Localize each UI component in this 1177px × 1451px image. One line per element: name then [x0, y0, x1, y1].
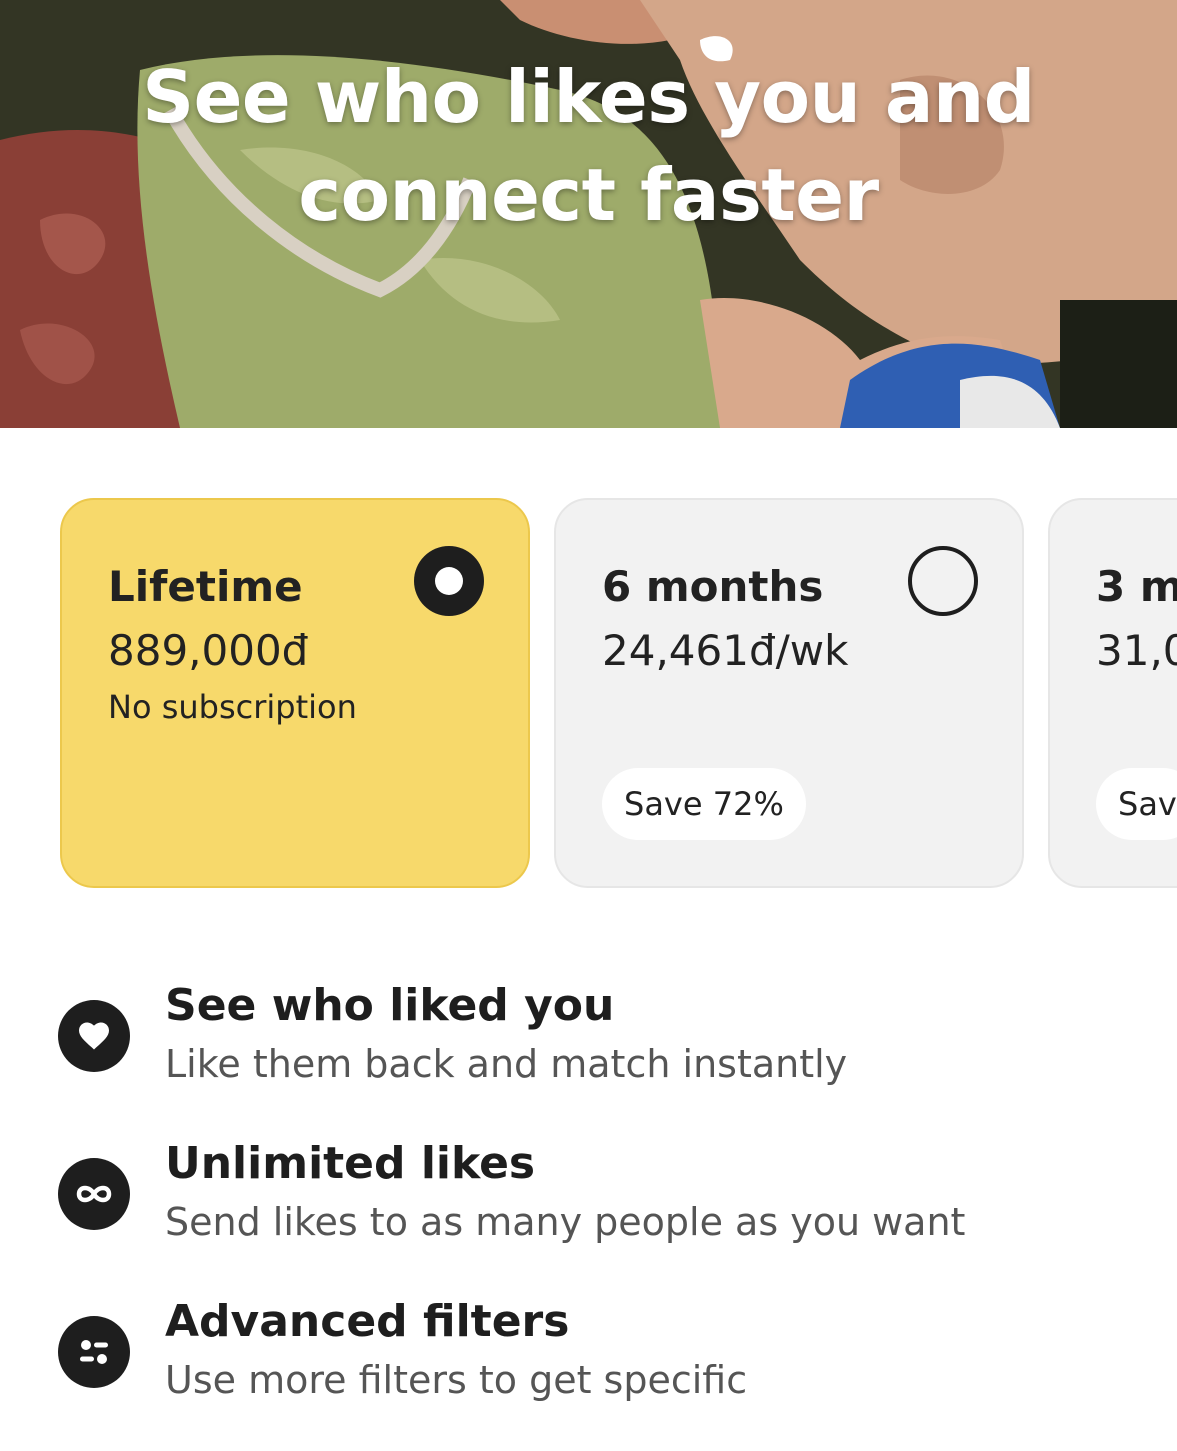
feature-item: Unlimited likes Send likes to as many pe… — [0, 1138, 1177, 1278]
feature-subtitle: Send likes to as many people as you want — [165, 1200, 966, 1244]
plan-carousel[interactable]: Lifetime 889,000đ No subscription 6 mont… — [0, 498, 1177, 890]
feature-title: Unlimited likes — [165, 1138, 536, 1189]
plan-title: 3 m — [1096, 562, 1177, 611]
savings-badge: Save 72% — [602, 768, 806, 840]
hero-banner: See who likes you and connect faster — [0, 0, 1177, 428]
feature-item: Advanced filters Use more filters to get… — [0, 1296, 1177, 1436]
hero-title: See who likes you and connect faster — [0, 48, 1177, 244]
radio-selected-icon[interactable] — [414, 546, 484, 616]
hero-title-line-1: See who likes you and — [142, 55, 1035, 139]
plan-title: Lifetime — [108, 562, 303, 611]
feature-item: See who liked you Like them back and mat… — [0, 980, 1177, 1120]
feature-subtitle: Like them back and match instantly — [165, 1042, 848, 1086]
filters-icon — [58, 1316, 130, 1388]
plan-note: No subscription — [108, 688, 357, 726]
plan-price: 31,0 — [1096, 626, 1177, 675]
plan-card-lifetime[interactable]: Lifetime 889,000đ No subscription — [60, 498, 530, 888]
feature-title: See who liked you — [165, 980, 615, 1031]
plan-title: 6 months — [602, 562, 824, 611]
plan-card-6-months[interactable]: 6 months 24,461đ/wk Save 72% — [554, 498, 1024, 888]
hero-title-line-2: connect faster — [298, 153, 879, 237]
plan-price: 889,000đ — [108, 626, 309, 675]
feature-subtitle: Use more filters to get specific — [165, 1358, 748, 1402]
savings-badge: Sav — [1096, 768, 1177, 840]
infinity-icon — [58, 1158, 130, 1230]
radio-unselected-icon[interactable] — [908, 546, 978, 616]
heart-icon — [58, 1000, 130, 1072]
feature-title: Advanced filters — [165, 1296, 570, 1347]
plan-price: 24,461đ/wk — [602, 626, 849, 675]
plan-card-3-months[interactable]: 3 m 31,0 Sav — [1048, 498, 1177, 888]
